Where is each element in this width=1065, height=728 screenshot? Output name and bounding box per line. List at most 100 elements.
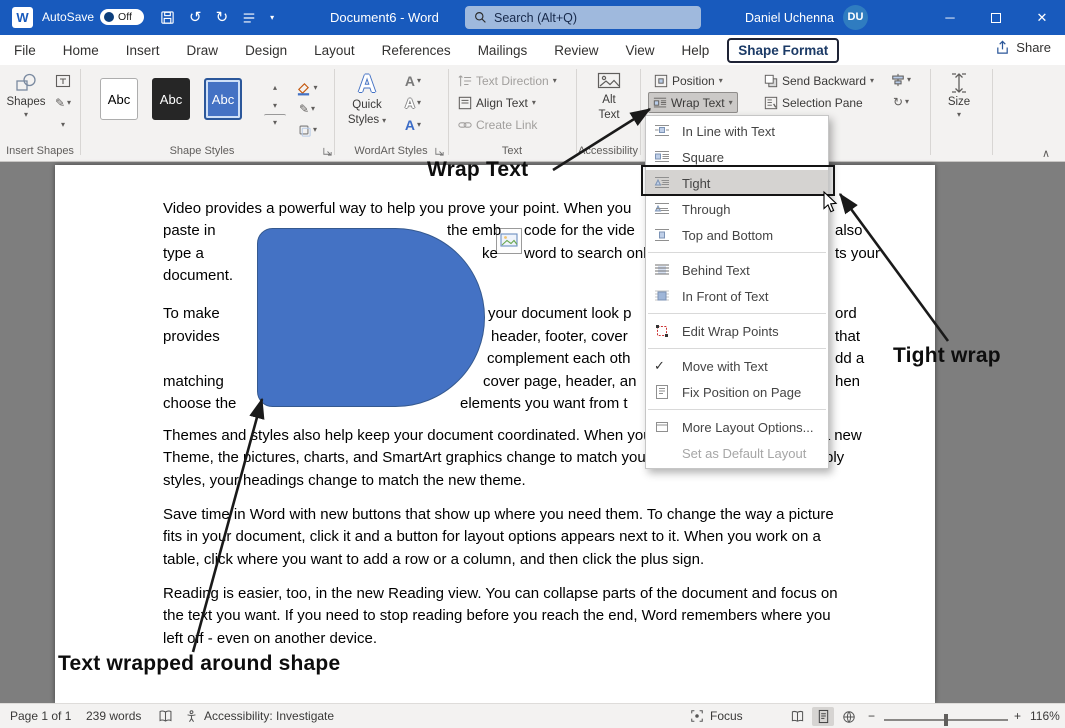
tab-layout[interactable]: Layout	[314, 43, 355, 58]
shape-style-preset-2[interactable]: Abc	[152, 78, 190, 120]
maximize-button[interactable]	[973, 0, 1019, 35]
share-button[interactable]: Share	[995, 40, 1051, 55]
tab-design[interactable]: Design	[245, 43, 287, 58]
size-button[interactable]: Size ▾	[936, 68, 982, 142]
position-button[interactable]: Position ▾	[650, 70, 727, 91]
doc-line: type a	[163, 245, 204, 262]
focus-button[interactable]: Focus	[710, 709, 743, 723]
user-name[interactable]: Daniel Uchenna	[745, 11, 834, 25]
shape-fill-icon	[298, 82, 310, 95]
shape-fill-button[interactable]: ▾	[290, 78, 324, 98]
tab-insert[interactable]: Insert	[126, 43, 160, 58]
tab-mailings[interactable]: Mailings	[478, 43, 528, 58]
tab-home[interactable]: Home	[63, 43, 99, 58]
page-indicator[interactable]: Page 1 of 1	[10, 709, 71, 723]
zoom-slider-thumb[interactable]	[944, 714, 948, 726]
autosave-toggle[interactable]: AutoSave Off	[42, 9, 145, 25]
autosave-pill[interactable]: Off	[100, 9, 145, 25]
more-layout-options-icon	[654, 419, 672, 435]
print-layout-button[interactable]	[812, 707, 834, 726]
wrap-text-button[interactable]: Wrap Text ▾	[648, 92, 738, 113]
text-effects-button[interactable]: A ▾	[398, 115, 428, 135]
undo-icon[interactable]: ↺	[189, 10, 202, 25]
menu-item-set-as-default-layout[interactable]: Set as Default Layout	[646, 440, 828, 466]
align-text-icon	[458, 96, 472, 109]
shapes-button[interactable]: Shapes ▾	[4, 68, 48, 142]
alt-text-button[interactable]: Alt Text	[584, 68, 634, 142]
shape-outline-button[interactable]: ✎ ▾	[290, 99, 324, 119]
check-icon: ✓	[654, 358, 665, 373]
redo-icon[interactable]: ↻	[216, 10, 229, 25]
tab-review[interactable]: Review	[554, 43, 598, 58]
zoom-in-button[interactable]: +	[1014, 709, 1021, 723]
proofing-icon[interactable]	[158, 709, 173, 724]
text-outline-button[interactable]: A ▾	[398, 93, 428, 113]
word-app-icon[interactable]: W	[12, 7, 33, 28]
tab-draw[interactable]: Draw	[187, 43, 219, 58]
shape-styles-dialog-launcher[interactable]	[322, 146, 334, 158]
menu-item-edit-wrap-points[interactable]: Edit Wrap Points	[646, 318, 828, 344]
tab-shape-format[interactable]: Shape Format	[727, 37, 840, 63]
tab-file[interactable]: File	[14, 43, 36, 58]
menu-item-more-layout-options[interactable]: More Layout Options...	[646, 414, 828, 440]
group-label-text: Text	[501, 145, 523, 157]
text-fill-button[interactable]: A ▾	[398, 71, 428, 91]
doc-line: paste in	[163, 222, 216, 239]
send-backward-button[interactable]: Send Backward ▾	[760, 70, 878, 91]
zoom-level[interactable]: 116%	[1030, 709, 1060, 723]
align-text-button[interactable]: Align Text ▾	[454, 92, 540, 113]
collapse-ribbon-button[interactable]: ∧	[1042, 147, 1050, 160]
avatar[interactable]: DU	[843, 5, 868, 30]
tab-view[interactable]: View	[625, 43, 654, 58]
menu-item-square[interactable]: Square	[646, 144, 828, 170]
blue-shape[interactable]	[257, 228, 485, 407]
menu-item-tight[interactable]: Tight	[646, 170, 828, 196]
shape-styles-scroll-down[interactable]: ▾	[264, 96, 286, 116]
rotate-objects-button[interactable]: ↻ ▾	[884, 92, 918, 112]
zoom-out-button[interactable]: −	[868, 709, 875, 723]
text-box-button[interactable]	[52, 71, 74, 91]
autosave-state: Off	[118, 11, 132, 23]
menu-separator	[648, 348, 826, 349]
shape-effects-icon	[299, 125, 311, 137]
menu-item-behind-text[interactable]: Behind Text	[646, 257, 828, 283]
save-icon[interactable]	[160, 10, 175, 25]
shape-effects-button[interactable]: ▾	[290, 120, 324, 140]
shape-styles-gallery-more[interactable]: ▾	[264, 114, 286, 130]
align-objects-button[interactable]: ▾	[884, 70, 918, 90]
insert-shapes-more-button[interactable]: ▾	[52, 115, 74, 135]
shape-style-preset-3-selected[interactable]: Abc	[204, 78, 242, 120]
menu-item-in-line-with-text[interactable]: In Line with Text	[646, 118, 828, 144]
text-direction-button[interactable]: Text Direction ▾	[454, 70, 561, 91]
search-input[interactable]: Search (Alt+Q)	[465, 6, 701, 29]
edit-shape-button[interactable]: ✎ ▾	[52, 93, 74, 113]
quick-commands-icon[interactable]	[242, 11, 256, 25]
tab-help[interactable]: Help	[682, 43, 710, 58]
menu-item-in-front-of-text[interactable]: In Front of Text	[646, 283, 828, 309]
align-objects-icon	[892, 73, 904, 87]
close-button[interactable]: ✕	[1019, 0, 1065, 35]
selection-pane-button[interactable]: Selection Pane	[760, 92, 867, 113]
shape-styles-scroll-up[interactable]: ▴	[264, 78, 286, 98]
doc-line: hen	[835, 373, 861, 390]
doc-line: ord	[835, 305, 857, 322]
group-label-shape-styles: Shape Styles	[169, 145, 235, 157]
web-layout-button[interactable]	[838, 707, 860, 726]
menu-item-through[interactable]: Through	[646, 196, 828, 222]
annotation-text-wrapped-around-shape: Text wrapped around shape	[58, 652, 341, 675]
customize-qat-chevron-icon[interactable]: ▾	[270, 13, 274, 22]
menu-item-move-with-text[interactable]: ✓ Move with Text	[646, 353, 828, 379]
accessibility-status[interactable]: Accessibility: Investigate	[204, 709, 334, 723]
read-mode-button[interactable]	[786, 707, 808, 726]
search-icon	[475, 12, 486, 23]
create-link-button[interactable]: Create Link	[454, 114, 541, 135]
menu-item-fix-position-on-page[interactable]: Fix Position on Page	[646, 379, 828, 405]
shape-style-preset-1[interactable]: Abc	[100, 78, 138, 120]
word-count[interactable]: 239 words	[86, 709, 141, 723]
tab-references[interactable]: References	[382, 43, 451, 58]
annotation-tight-wrap: Tight wrap	[893, 344, 1001, 367]
wordart-dialog-launcher[interactable]	[434, 146, 446, 158]
minimize-button[interactable]: ─	[927, 0, 973, 35]
menu-item-top-and-bottom[interactable]: Top and Bottom	[646, 222, 828, 248]
quick-styles-button[interactable]: A Quick Styles ▾	[342, 68, 392, 142]
